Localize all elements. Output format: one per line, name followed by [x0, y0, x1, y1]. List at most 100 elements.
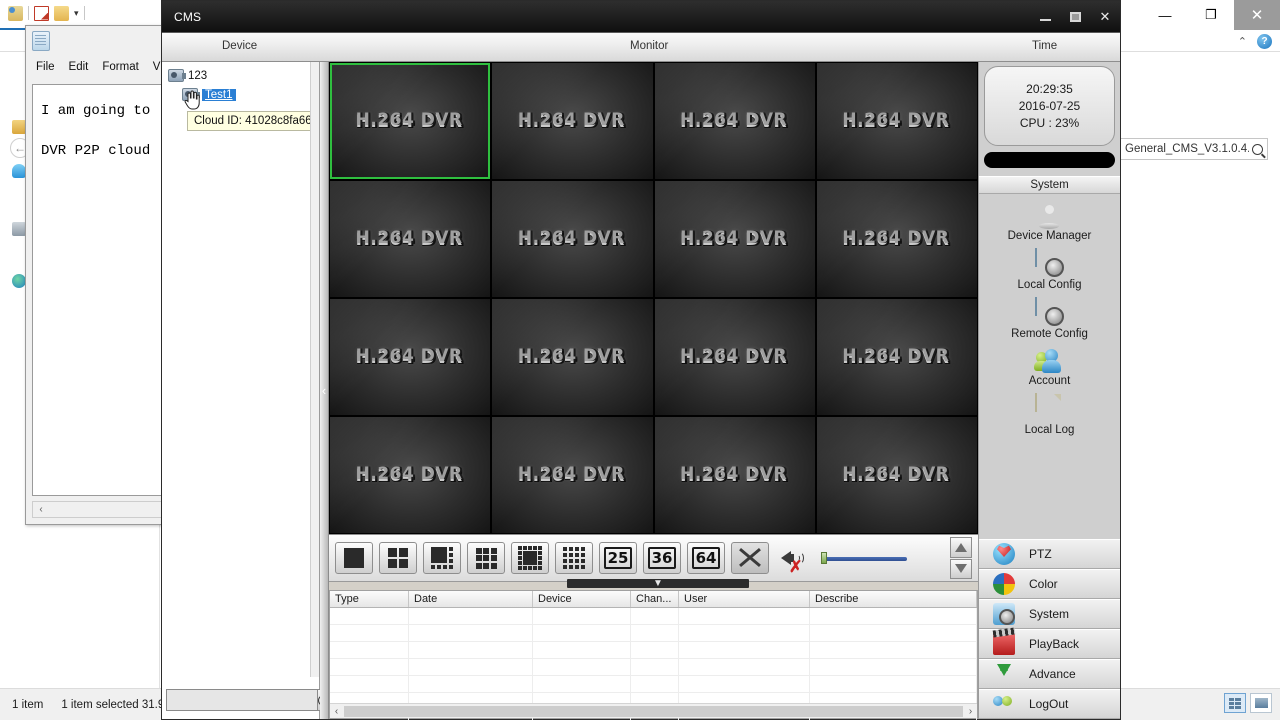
video-cell[interactable]: H.264 DVR [654, 417, 815, 533]
scroll-right-icon[interactable]: › [964, 706, 977, 717]
explorer-maximize-button[interactable]: ❐ [1188, 0, 1234, 30]
layout-64-label: 64 [691, 547, 721, 569]
video-cell[interactable]: H.264 DVR [816, 417, 977, 533]
menu-item-system[interactable]: System [979, 599, 1120, 629]
search-icon[interactable] [1252, 143, 1263, 155]
video-cell[interactable]: H.264 DVR [654, 299, 815, 415]
table-row[interactable] [330, 676, 977, 693]
scroll-left-icon[interactable]: ‹ [330, 706, 343, 717]
video-cell[interactable]: H.264 DVR [816, 63, 977, 179]
notepad-menubar[interactable]: File Edit Format Vie [26, 56, 169, 78]
video-cell[interactable]: H.264 DVR [654, 181, 815, 297]
toolbar-page-spinner[interactable] [950, 537, 972, 579]
help-icon[interactable]: ? [1257, 33, 1272, 49]
mute-button[interactable]: ✗ [781, 544, 811, 576]
panel-collapse-handle[interactable]: ‹ [320, 62, 329, 719]
scrollbar-thumb[interactable] [344, 705, 963, 717]
video-cell[interactable]: H.264 DVR [492, 417, 653, 533]
explorer-minimize-button[interactable]: — [1142, 0, 1188, 30]
large-icons-view-button[interactable] [1250, 693, 1272, 713]
system-item-account[interactable]: Account [979, 347, 1120, 387]
layout-6-button[interactable] [423, 542, 461, 574]
layout-9-button[interactable] [467, 542, 505, 574]
cms-minimize-button[interactable] [1030, 1, 1060, 32]
arrow-down-icon [955, 564, 967, 574]
menu-item-playback[interactable]: PlayBack [979, 629, 1120, 659]
menu-item-logout[interactable]: LogOut [979, 689, 1120, 719]
video-cell-label: H.264 DVR [518, 229, 626, 249]
menu-item-advance[interactable]: Advance [979, 659, 1120, 689]
layout-36-button[interactable]: 36 [643, 542, 681, 574]
details-view-button[interactable] [1224, 693, 1246, 713]
video-cell[interactable]: H.264 DVR [816, 299, 977, 415]
log-column-date[interactable]: Date [409, 591, 533, 607]
new-item-icon[interactable] [34, 5, 49, 21]
device-tree-scrollbar[interactable] [310, 62, 319, 677]
notepad-text-area[interactable]: I am going to DVR P2P cloud [32, 84, 163, 496]
video-cell[interactable]: H.264 DVR [330, 63, 491, 179]
view-mode-buttons[interactable] [1224, 693, 1272, 713]
video-cell[interactable]: H.264 DVR [492, 63, 653, 179]
system-item-device-manager[interactable]: Device Manager [979, 200, 1120, 242]
layout-13-button[interactable] [511, 542, 549, 574]
minimize-icon [1039, 18, 1051, 21]
log-column-user[interactable]: User [679, 591, 810, 607]
layout-1-button[interactable] [335, 542, 373, 574]
toolbar-collapse-handle[interactable]: ▼ [567, 578, 749, 588]
system-item-local-log[interactable]: Local Log [979, 393, 1120, 436]
system-item-local-config[interactable]: Local Config [979, 248, 1120, 291]
video-cell[interactable]: H.264 DVR [492, 299, 653, 415]
explorer-search-box[interactable]: General_CMS_V3.1.0.4.... [1120, 138, 1268, 160]
video-cell[interactable]: H.264 DVR [492, 181, 653, 297]
table-row[interactable] [330, 608, 977, 625]
table-row[interactable] [330, 659, 977, 676]
system-item-remote-config[interactable]: Remote Config [979, 297, 1120, 340]
log-column-device[interactable]: Device [533, 591, 631, 607]
explorer-close-button[interactable]: ✕ [1234, 0, 1280, 30]
notepad-line-2: DVR P2P cloud [41, 143, 151, 159]
chevron-down-icon[interactable]: ▾ [74, 8, 79, 19]
video-cell[interactable]: H.264 DVR [330, 417, 491, 533]
cms-maximize-button[interactable] [1060, 1, 1090, 32]
video-cell[interactable]: H.264 DVR [816, 181, 977, 297]
table-row[interactable] [330, 625, 977, 642]
chevron-up-icon[interactable]: ⌃ [1238, 35, 1247, 48]
table-row[interactable] [330, 642, 977, 659]
volume-thumb[interactable] [821, 552, 827, 564]
new-folder-icon[interactable] [54, 5, 69, 21]
device-search-input[interactable] [166, 689, 318, 711]
device-tree[interactable]: 123 Test1 Cloud ID: 41028c8fa6629693 [162, 62, 310, 677]
menu-item-ptz[interactable]: PTZ [979, 539, 1120, 569]
video-cell[interactable]: H.264 DVR [330, 181, 491, 297]
header-device: Device [222, 40, 258, 52]
layout-4-button[interactable] [379, 542, 417, 574]
log-horizontal-scrollbar[interactable]: ‹ › [330, 703, 977, 718]
scroll-left-icon[interactable]: ‹ [33, 504, 49, 515]
properties-icon[interactable] [8, 5, 23, 21]
device-search-bar[interactable] [166, 689, 343, 711]
spinner-up-button[interactable] [950, 537, 972, 558]
tree-item-123[interactable]: 123 [162, 66, 310, 85]
log-column-channel[interactable]: Chan... [631, 591, 679, 607]
log-column-describe[interactable]: Describe [810, 591, 977, 607]
cms-close-button[interactable]: ✕ [1090, 1, 1120, 32]
explorer-quick-access-toolbar[interactable]: ▾ [8, 2, 85, 24]
spinner-down-button[interactable] [950, 558, 972, 579]
menu-file[interactable]: File [36, 61, 55, 73]
explorer-window-controls[interactable]: — ❐ ✕ [1142, 0, 1280, 30]
log-column-type[interactable]: Type [330, 591, 409, 607]
cms-window-controls[interactable]: ✕ [1030, 1, 1120, 32]
fullscreen-button[interactable] [731, 542, 769, 574]
notepad-horizontal-scrollbar[interactable]: ‹ [32, 501, 163, 518]
explorer-help-area[interactable]: ⌃ ? [1238, 30, 1272, 52]
layout-16-button[interactable] [555, 542, 593, 574]
layout-25-button[interactable]: 25 [599, 542, 637, 574]
video-cell[interactable]: H.264 DVR [330, 299, 491, 415]
notepad-window[interactable]: File Edit Format Vie I am going to DVR P… [25, 25, 170, 525]
layout-64-button[interactable]: 64 [687, 542, 725, 574]
menu-format[interactable]: Format [102, 61, 138, 73]
video-cell[interactable]: H.264 DVR [654, 63, 815, 179]
menu-edit[interactable]: Edit [69, 61, 89, 73]
menu-item-color[interactable]: Color [979, 569, 1120, 599]
volume-slider[interactable] [821, 548, 907, 568]
